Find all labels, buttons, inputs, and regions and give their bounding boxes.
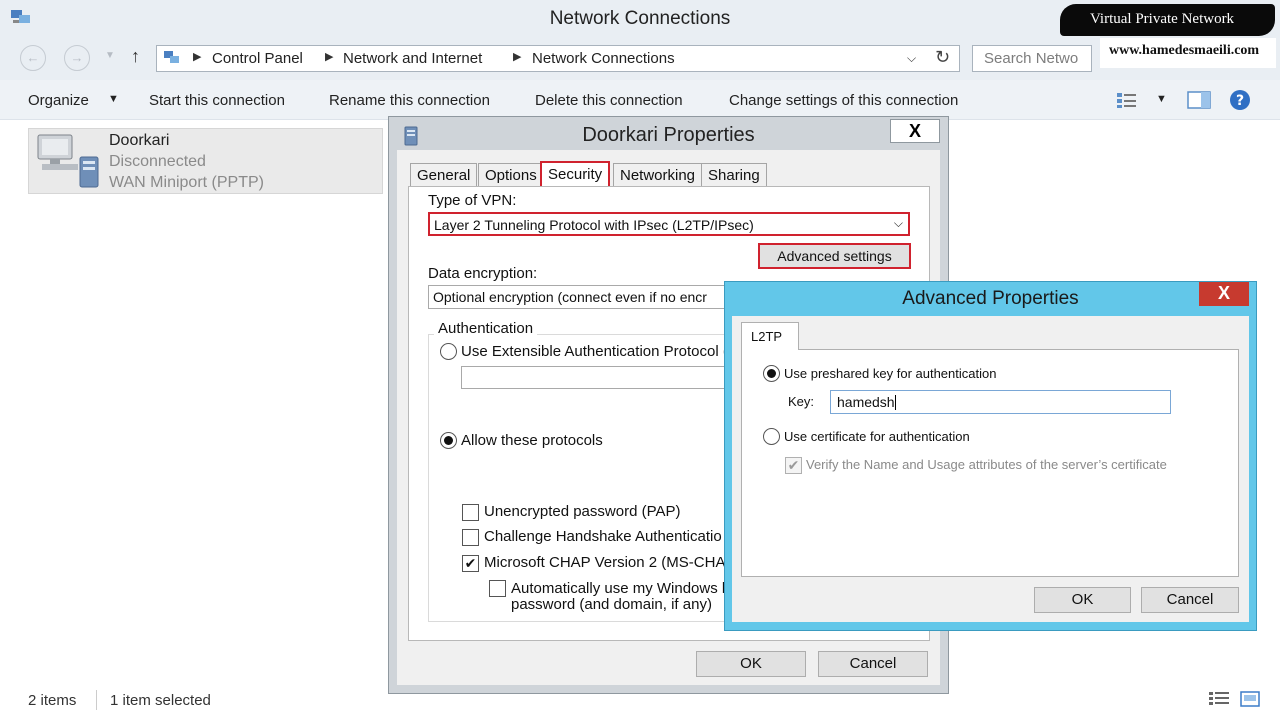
data-encryption-select[interactable]: Optional encryption (connect even if no … [428,285,728,309]
view-chevron-icon[interactable]: ▼ [1156,93,1167,105]
refresh-icon[interactable]: ↻ [935,47,950,68]
view-options-icon[interactable] [1116,91,1138,109]
breadcrumb-network-connections[interactable]: Network Connections [532,50,675,67]
search-input[interactable]: Search Netwo [972,45,1092,72]
allow-protocols-radio[interactable] [440,432,457,449]
pap-checkbox[interactable] [462,504,479,521]
advanced-ok-button[interactable]: OK [1034,587,1131,613]
breadcrumb-control-panel[interactable]: Control Panel [212,50,303,67]
watermark-url: www.hamedesmaeili.com [1100,38,1276,68]
advanced-settings-button[interactable]: Advanced settings [758,243,911,269]
allow-protocols-label: Allow these protocols [461,432,603,449]
verify-certificate-checkbox[interactable]: ✔ [785,457,802,474]
rename-connection-button[interactable]: Rename this connection [329,92,490,109]
auto-logon-label-line1: Automatically use my Windows l [511,580,726,597]
breadcrumb-network-internet[interactable]: Network and Internet [343,50,482,67]
connection-device: WAN Miniport (PPTP) [109,174,264,191]
tab-l2tp[interactable]: L2TP [741,322,799,350]
back-button[interactable]: ← [20,45,46,71]
breadcrumb-arrow-icon: ▶ [325,51,334,63]
delete-connection-button[interactable]: Delete this connection [535,92,683,109]
tab-security[interactable]: Security [540,161,611,188]
tab-networking[interactable]: Networking [613,163,703,187]
start-connection-button[interactable]: Start this connection [149,92,285,109]
network-folder-icon [164,51,179,63]
watermark-banner: Virtual Private Network [1060,4,1275,36]
mschap-checkbox[interactable]: ✔ [462,555,479,572]
tab-general[interactable]: General [410,163,478,187]
certificate-label: Use certificate for authentication [784,429,970,444]
forward-button[interactable]: → [64,45,90,71]
authentication-label: Authentication [434,320,538,337]
vpn-connection-icon [37,134,99,188]
preshared-key-label: Use preshared key for authentication [784,366,997,381]
verify-certificate-label: Verify the Name and Usage attributes of … [806,457,1167,472]
properties-cancel-button[interactable]: Cancel [818,651,928,677]
tab-sharing[interactable]: Sharing [701,163,767,187]
preshared-key-radio[interactable] [763,365,780,382]
eap-select[interactable] [461,366,727,389]
eap-radio[interactable] [440,343,457,360]
auto-logon-label-line2: password (and domain, if any) [511,596,712,613]
properties-close-button[interactable]: X [890,119,940,143]
help-icon[interactable]: ? [1229,89,1251,111]
change-settings-button[interactable]: Change settings of this connection [729,92,958,109]
selected-count: 1 item selected [110,692,211,709]
data-encryption-label: Data encryption: [428,265,538,282]
item-count: 2 items [28,692,77,709]
svg-text:?: ? [1236,93,1244,109]
advanced-cancel-button[interactable]: Cancel [1141,587,1239,613]
chap-label: Challenge Handshake Authenticatio [484,528,722,545]
chevron-down-icon: ⌵ [893,216,903,230]
breadcrumb-arrow-icon: ▶ [193,51,202,63]
vpn-type-label: Type of VPN: [428,192,517,209]
connection-status: Disconnected [109,153,206,170]
connection-name: Doorkari [109,132,170,149]
organize-menu[interactable]: Organize [28,92,89,109]
certificate-radio[interactable] [763,428,780,445]
breadcrumb-arrow-icon: ▶ [513,51,522,63]
preview-pane-icon[interactable] [1187,90,1211,110]
up-arrow-icon[interactable]: ↑ [131,46,140,67]
auto-windows-logon-checkbox[interactable] [489,580,506,597]
key-input[interactable]: hamedsh [830,390,1171,414]
details-view-icon[interactable] [1208,691,1230,707]
eap-label: Use Extensible Authentication Protocol ( [461,343,728,360]
address-bar[interactable]: ▶ Control Panel ▶ Network and Internet ▶… [156,45,960,72]
advanced-close-button[interactable]: X [1199,282,1249,306]
organize-chevron-icon[interactable]: ▼ [108,93,119,105]
mschap-label: Microsoft CHAP Version 2 (MS-CHA [484,554,726,571]
tab-options[interactable]: Options [478,163,544,187]
advanced-dialog-title: Advanced Properties [902,288,1079,309]
vpn-type-value: Layer 2 Tunneling Protocol with IPsec (L… [434,217,754,233]
recent-locations-chevron-icon[interactable]: ▼ [105,50,115,61]
properties-ok-button[interactable]: OK [696,651,806,677]
vpn-type-select[interactable]: Layer 2 Tunneling Protocol with IPsec (L… [428,212,910,236]
address-dropdown-icon[interactable]: ⌵ [907,51,916,66]
large-icons-view-icon[interactable] [1240,691,1260,707]
properties-dialog-title: Doorkari Properties [582,124,755,146]
key-label: Key: [788,394,815,409]
statusbar-divider [96,690,97,710]
chap-checkbox[interactable] [462,529,479,546]
pap-label: Unencrypted password (PAP) [484,503,681,520]
